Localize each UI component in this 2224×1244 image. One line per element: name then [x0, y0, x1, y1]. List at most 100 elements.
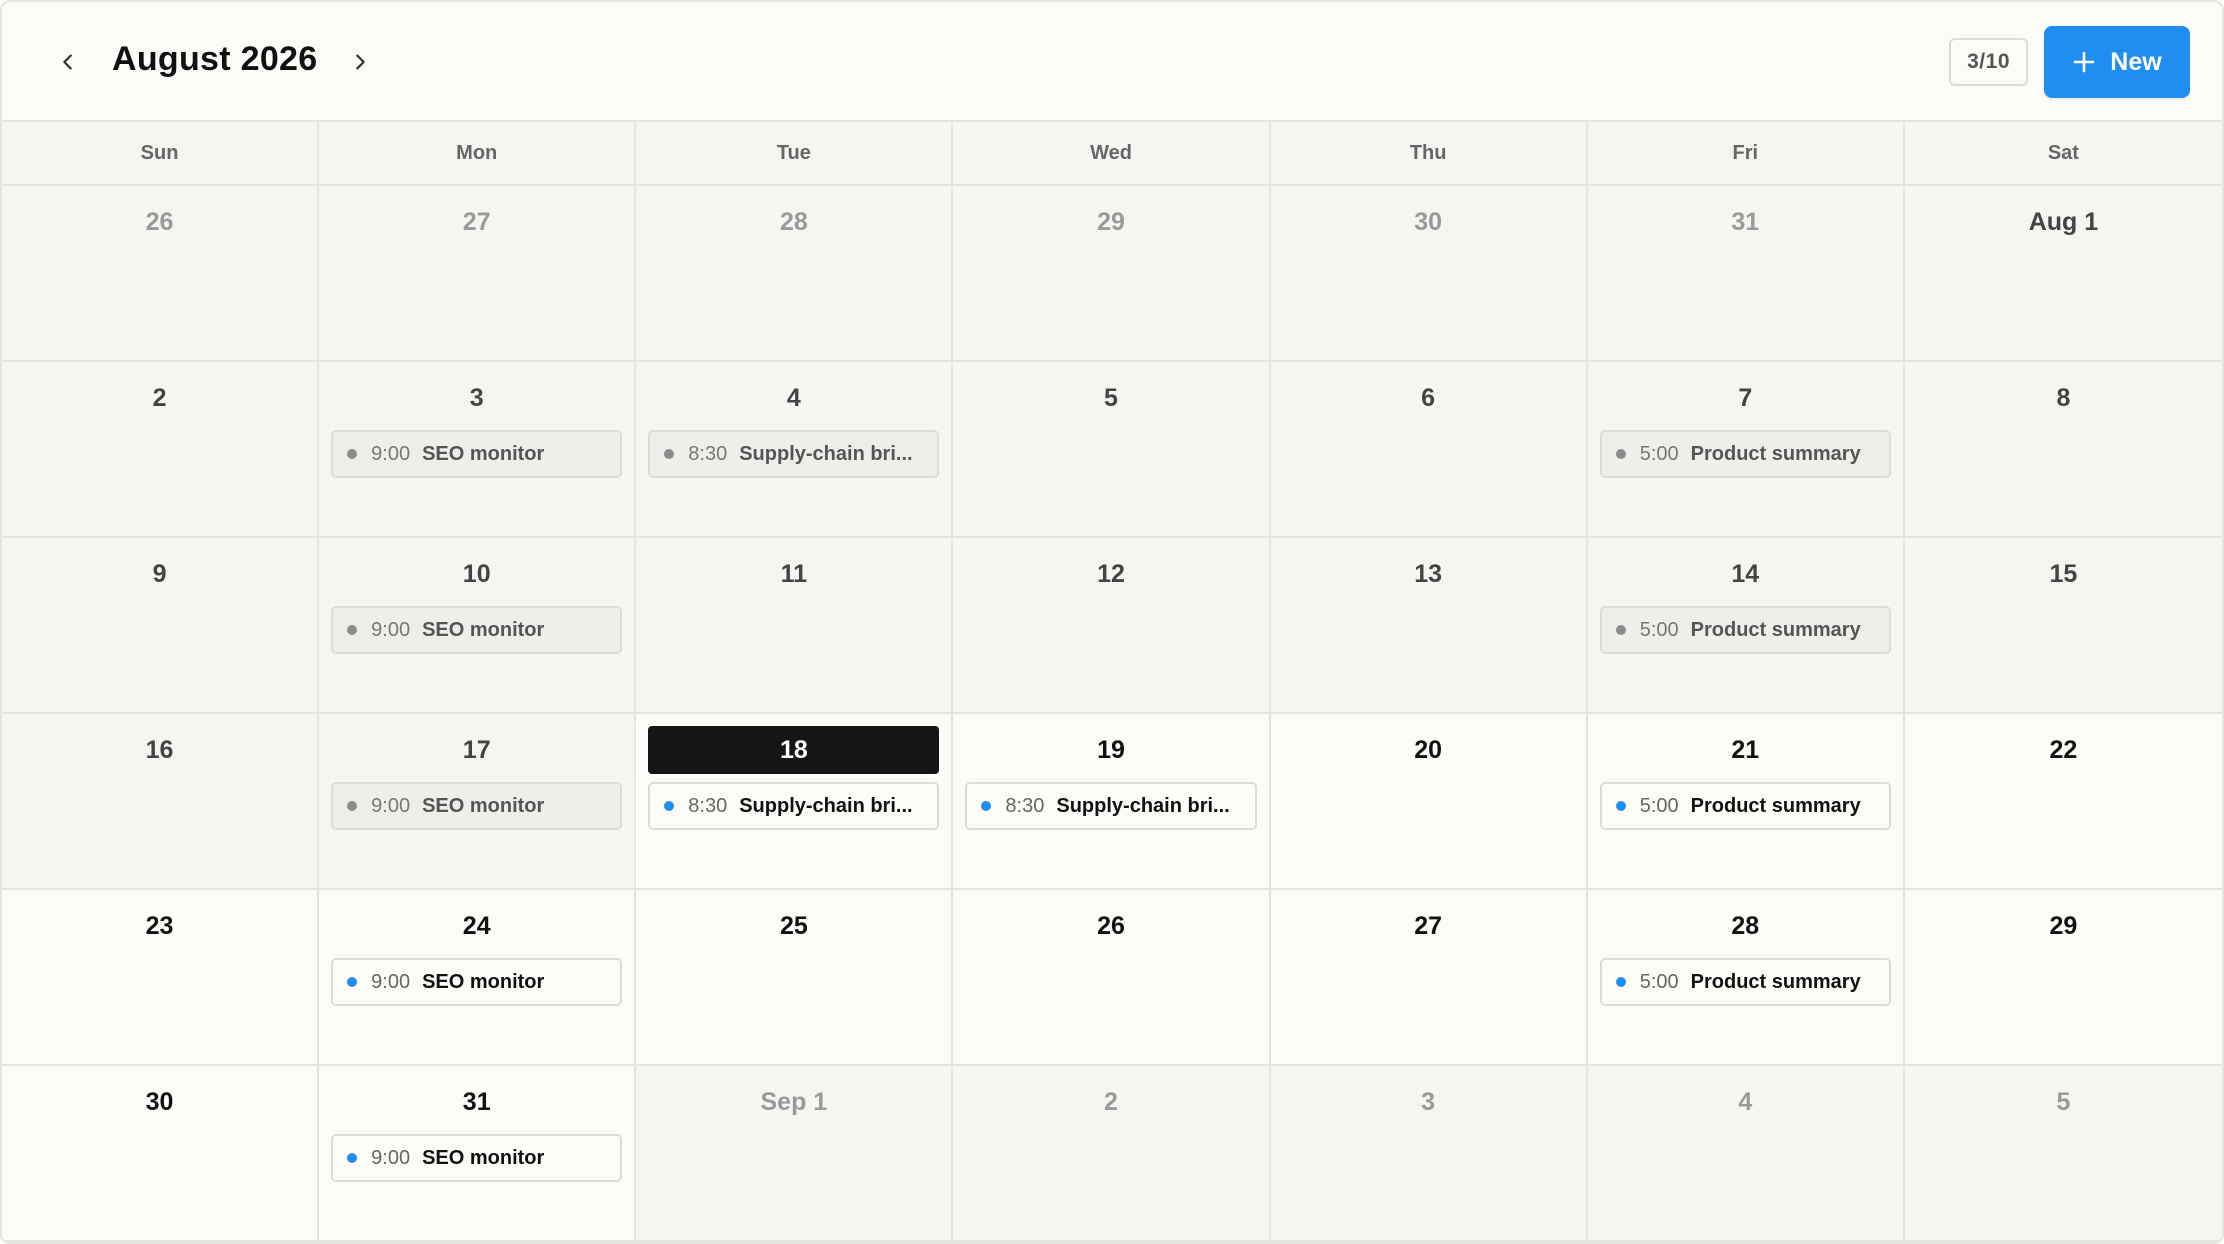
day-number: 31: [462, 1087, 491, 1116]
day-cell[interactable]: 16: [2, 714, 320, 890]
day-cell[interactable]: 13: [1270, 538, 1588, 714]
day-cell[interactable]: 2: [953, 1066, 1271, 1242]
event-title: Product summary: [1690, 970, 1861, 993]
event-chip[interactable]: 5:00 Product summary: [1599, 958, 1891, 1006]
event-chip[interactable]: 5:00 Product summary: [1599, 782, 1891, 830]
day-number: 22: [2049, 735, 2078, 764]
day-cell[interactable]: 30: [2, 1066, 320, 1242]
day-cell[interactable]: 28 5:00 Product summary: [1587, 890, 1905, 1066]
day-number: 19: [1097, 735, 1125, 764]
day-cell[interactable]: 28: [636, 186, 954, 362]
event-title: SEO monitor: [422, 1146, 545, 1169]
day-cell[interactable]: 7 5:00 Product summary: [1587, 362, 1905, 538]
event-chip[interactable]: 8:30 Supply-chain bri...: [965, 782, 1257, 830]
day-cell[interactable]: 14 5:00 Product summary: [1587, 538, 1905, 714]
day-number: Aug 1: [2028, 207, 2099, 236]
day-cell[interactable]: 3 9:00 SEO monitor: [319, 362, 637, 538]
event-status-dot: [1615, 449, 1626, 459]
weekday-header-row: Sun Mon Tue Wed Thu Fri Sat: [2, 122, 2222, 186]
event-title: Supply-chain bri...: [739, 794, 913, 817]
next-month-button[interactable]: [342, 44, 378, 80]
event-title: SEO monitor: [422, 970, 545, 993]
day-number: 14: [1731, 559, 1760, 588]
event-status-dot: [1615, 801, 1626, 811]
event-chip[interactable]: 9:00 SEO monitor: [331, 782, 623, 830]
chevron-left-icon: [63, 54, 72, 70]
event-chip[interactable]: 5:00 Product summary: [1599, 606, 1891, 654]
event-chip[interactable]: 8:30 Supply-chain bri...: [648, 782, 940, 830]
day-cell[interactable]: 15: [1904, 538, 2222, 714]
day-number: 23: [145, 911, 174, 940]
day-cell[interactable]: 18 8:30 Supply-chain bri...: [636, 714, 954, 890]
day-cell[interactable]: 25: [636, 890, 954, 1066]
event-status-dot: [347, 977, 358, 987]
day-cell[interactable]: 19 8:30 Supply-chain bri...: [953, 714, 1271, 890]
day-number: 2: [152, 383, 167, 412]
new-event-button[interactable]: New: [2044, 26, 2190, 98]
day-cell[interactable]: 12: [953, 538, 1271, 714]
event-time: 9:00: [371, 970, 411, 993]
day-cell[interactable]: 10 9:00 SEO monitor: [319, 538, 637, 714]
day-number: 3: [1421, 1087, 1436, 1116]
day-cell[interactable]: 26: [2, 186, 320, 362]
day-number: 8: [2056, 383, 2071, 412]
day-cell[interactable]: 2: [2, 362, 320, 538]
day-cell[interactable]: 6: [1270, 362, 1588, 538]
day-number: 27: [1414, 911, 1443, 940]
day-number: 6: [1421, 383, 1436, 412]
weekday-label: Sat: [2047, 141, 2079, 164]
month-title: August 2026: [112, 40, 318, 78]
day-cell[interactable]: 21 5:00 Product summary: [1587, 714, 1905, 890]
day-number: 29: [1097, 207, 1125, 236]
event-status-dot: [347, 449, 358, 459]
event-counter-badge: 3/10: [1949, 38, 2028, 86]
weekday-label: Mon: [319, 122, 637, 184]
event-chip[interactable]: 9:00 SEO monitor: [331, 606, 623, 654]
event-time: 5:00: [1639, 970, 1679, 993]
event-status-dot: [347, 801, 358, 811]
day-cell[interactable]: 22: [1904, 714, 2222, 890]
day-cell[interactable]: 9: [2, 538, 320, 714]
day-number: 21: [1731, 735, 1760, 764]
day-cell[interactable]: 29: [953, 186, 1271, 362]
day-cell[interactable]: 4 8:30 Supply-chain bri...: [636, 362, 954, 538]
event-time: 9:00: [371, 794, 411, 817]
day-cell[interactable]: 31 9:00 SEO monitor: [319, 1066, 637, 1242]
day-cell[interactable]: 8: [1904, 362, 2222, 538]
day-number: 29: [2049, 911, 2078, 940]
event-time: 8:30: [688, 442, 728, 465]
day-cell[interactable]: 23: [2, 890, 320, 1066]
event-title: SEO monitor: [422, 794, 545, 817]
event-chip[interactable]: 9:00 SEO monitor: [331, 958, 623, 1006]
day-cell[interactable]: Sep 1: [636, 1066, 954, 1242]
day-number: 11: [780, 559, 808, 588]
event-chip[interactable]: 8:30 Supply-chain bri...: [648, 430, 940, 478]
day-cell[interactable]: 26: [953, 890, 1271, 1066]
day-cell[interactable]: 3: [1270, 1066, 1588, 1242]
calendar-app: August 2026 3/10 New Sun Mon Tue Wed Thu Fri S…: [0, 0, 2224, 1244]
event-title: SEO monitor: [422, 442, 545, 465]
day-cell[interactable]: Aug 1: [1904, 186, 2222, 362]
day-cell[interactable]: 31: [1587, 186, 1905, 362]
day-cell[interactable]: 24 9:00 SEO monitor: [319, 890, 637, 1066]
day-number: 16: [145, 735, 174, 764]
day-number: 27: [462, 207, 491, 236]
event-status-dot: [347, 625, 358, 635]
event-status-dot: [1615, 977, 1626, 987]
day-cell[interactable]: 27: [1270, 890, 1588, 1066]
day-cell[interactable]: 5: [953, 362, 1271, 538]
day-cell[interactable]: 20: [1270, 714, 1588, 890]
previous-month-button[interactable]: [50, 44, 86, 80]
day-cell[interactable]: 29: [1904, 890, 2222, 1066]
day-cell[interactable]: 17 9:00 SEO monitor: [319, 714, 637, 890]
event-chip[interactable]: 9:00 SEO monitor: [331, 1134, 623, 1182]
event-chip[interactable]: 9:00 SEO monitor: [331, 430, 623, 478]
weekday-label: Tue: [636, 122, 954, 184]
event-time: 9:00: [371, 618, 411, 641]
day-cell[interactable]: 11: [636, 538, 954, 714]
day-cell[interactable]: 27: [319, 186, 637, 362]
day-cell[interactable]: 30: [1270, 186, 1588, 362]
day-cell[interactable]: 4: [1587, 1066, 1905, 1242]
event-chip[interactable]: 5:00 Product summary: [1599, 430, 1891, 478]
day-cell[interactable]: 5: [1904, 1066, 2222, 1242]
